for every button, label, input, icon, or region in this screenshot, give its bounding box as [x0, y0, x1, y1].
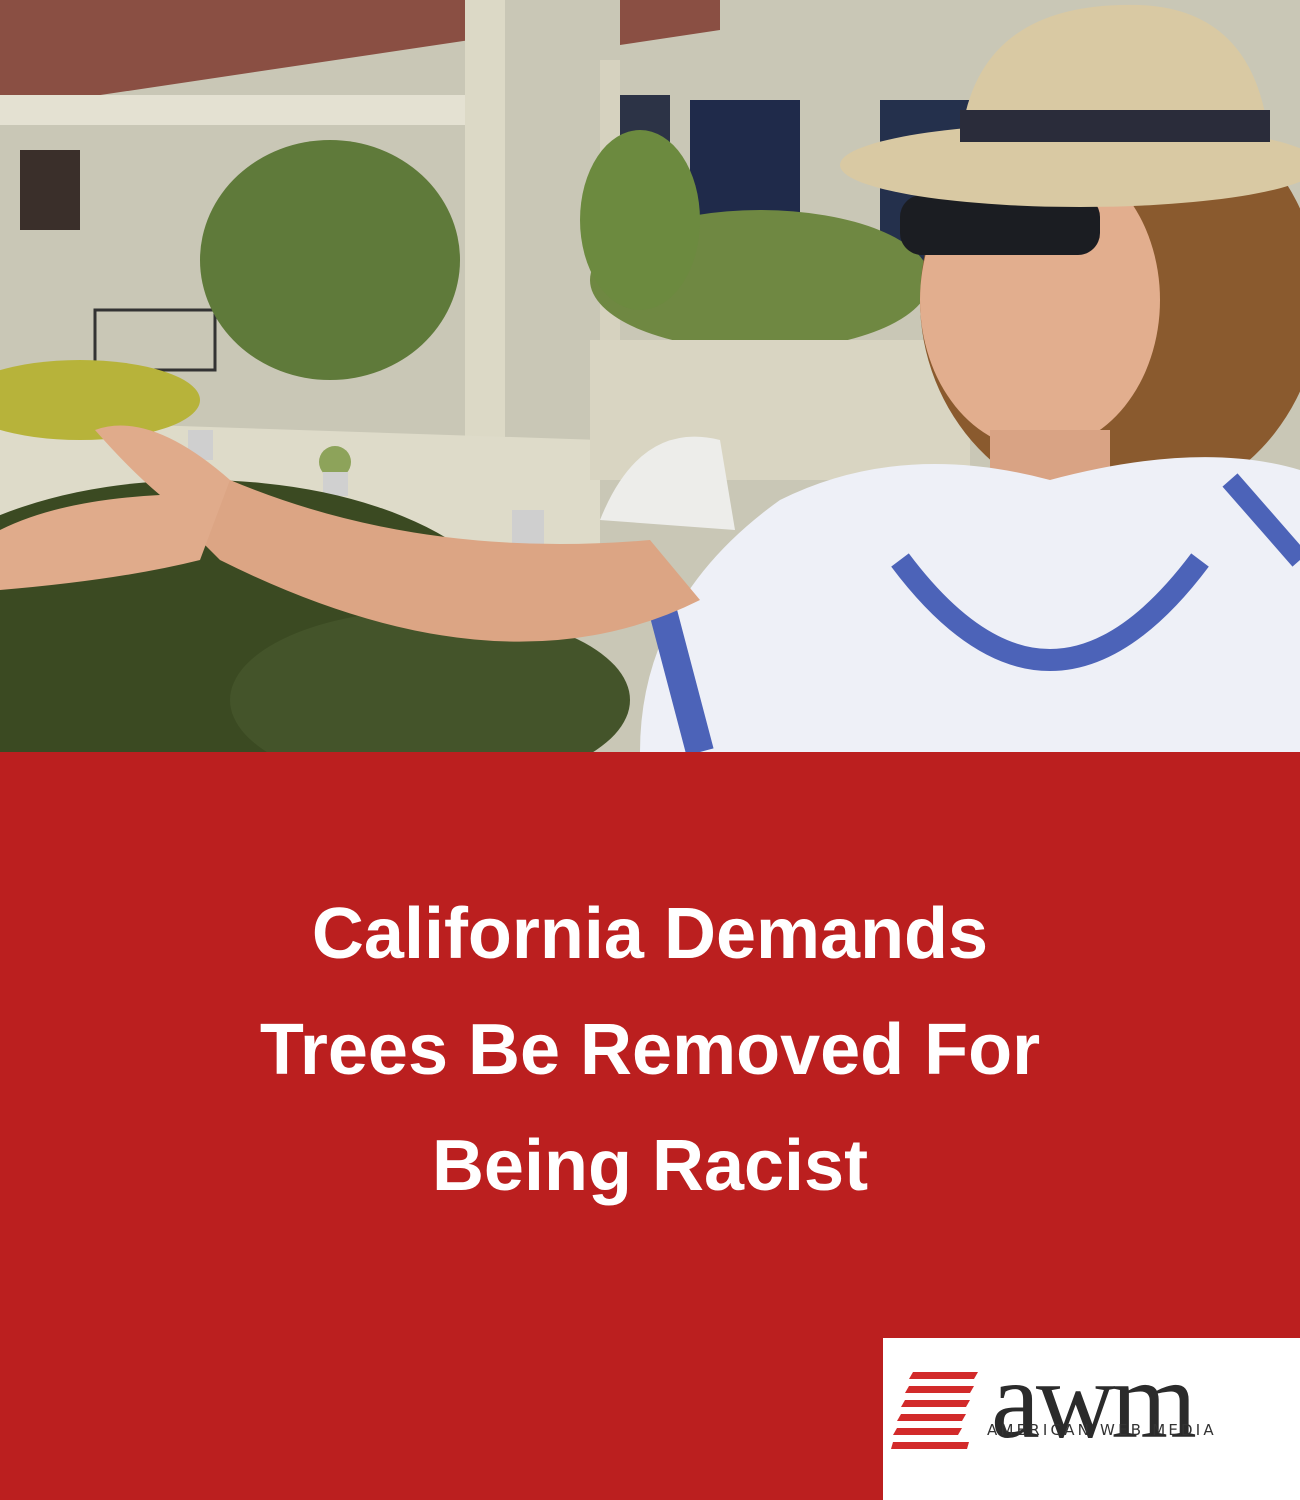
header-photo	[0, 0, 1300, 752]
headline-line: Trees Be Removed For	[259, 1010, 1041, 1090]
shrub	[200, 140, 460, 380]
headline-line: California Demands	[311, 894, 989, 974]
headline-line: Being Racist	[431, 1126, 869, 1206]
window	[20, 150, 80, 230]
photo-scene	[0, 0, 1300, 752]
logo-tagline: AMERICAN WEB MEDIA	[987, 1421, 1217, 1439]
shrub	[580, 130, 700, 310]
logo-wordmark: awm	[991, 1339, 1197, 1461]
hat-band	[960, 110, 1270, 142]
awm-logo: awm AMERICAN WEB MEDIA	[883, 1338, 1300, 1500]
eave	[0, 95, 480, 125]
plant-pot	[512, 510, 544, 544]
article-headline: California Demands Trees Be Removed For …	[0, 876, 1300, 1224]
plant-pot	[323, 472, 348, 496]
